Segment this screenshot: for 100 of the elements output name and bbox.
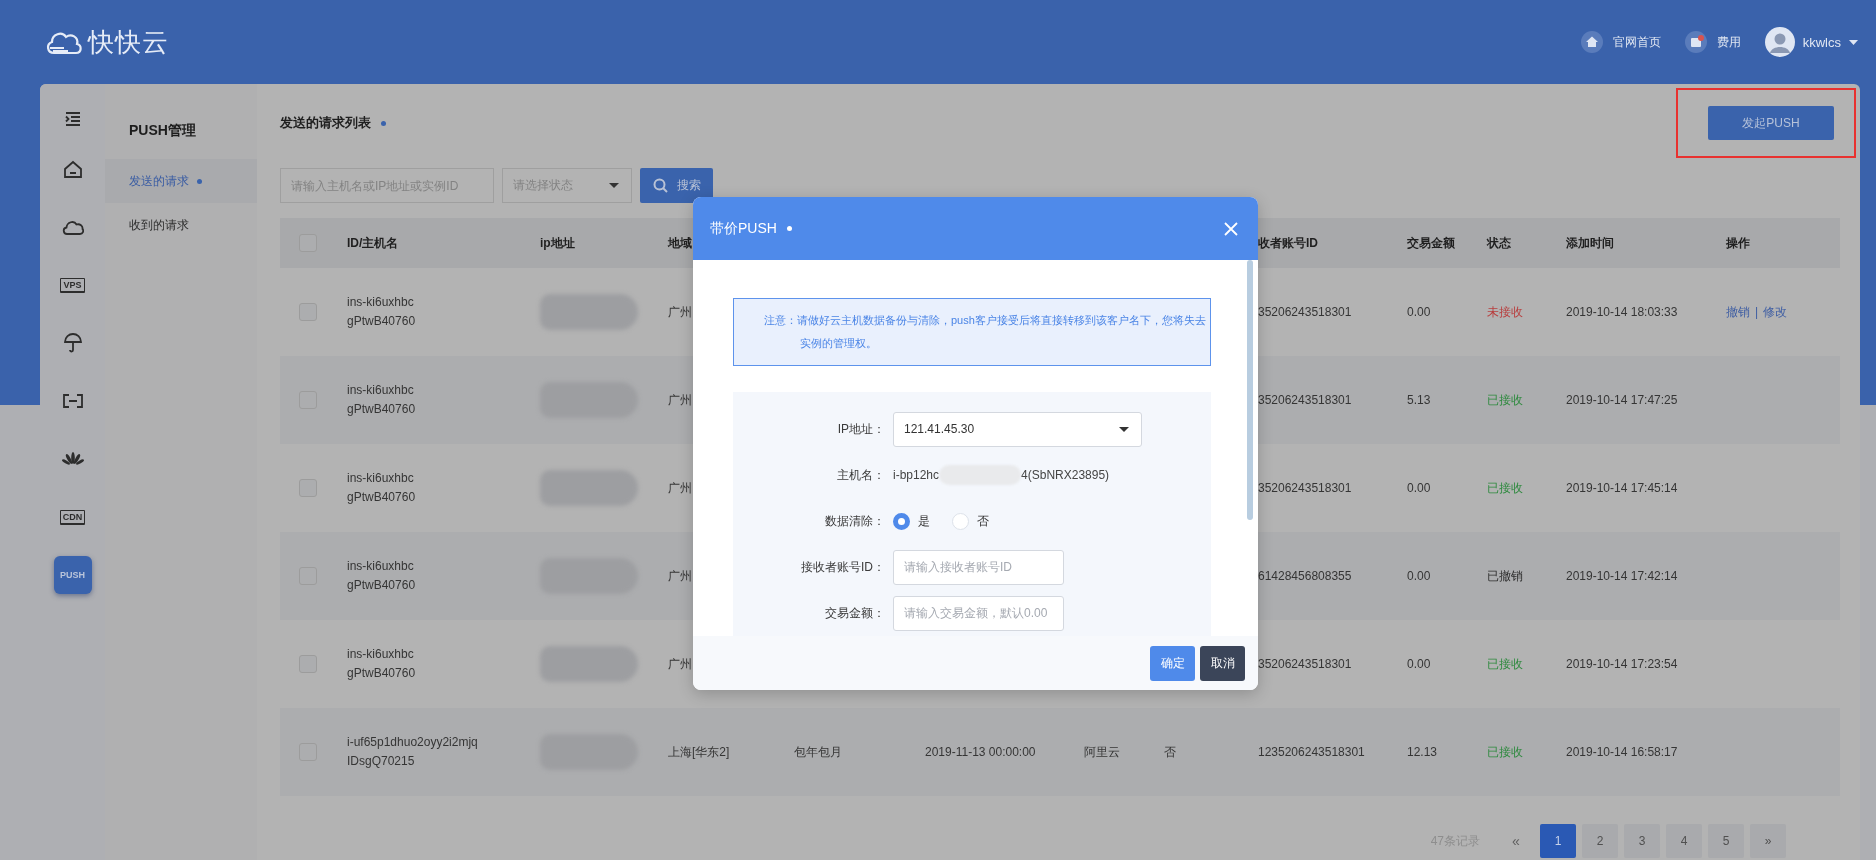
status-text: 已接收 <box>1487 391 1523 409</box>
table-cell-text: 0.00 <box>1407 303 1431 321</box>
radio-label: 否 <box>977 512 989 530</box>
column-header: 操作 <box>1726 234 1750 252</box>
flower-icon <box>61 451 84 467</box>
radio-button[interactable] <box>893 512 910 530</box>
field-label: 接收者账号ID： <box>800 558 886 576</box>
column-header: ip地址 <box>540 234 575 252</box>
table-cell-text: 0.00 <box>1407 567 1431 585</box>
submenu-title: PUSH管理 <box>128 122 197 140</box>
table-cell-text: 广州 <box>668 391 692 409</box>
status-text: 未接收 <box>1487 303 1523 321</box>
notice-text: 注意：请做好云主机数据备份与清除，push客户接受后将直接转移到该客户名下，您将失去实例的管理权。 <box>764 313 1207 351</box>
home-icon <box>62 160 83 178</box>
wallet-icon <box>1684 31 1707 53</box>
radio-label: 是 <box>918 512 930 530</box>
page-button[interactable]: 1 <box>1540 824 1576 858</box>
table-cell-text: 2019-10-14 18:03:33 <box>1566 303 1678 321</box>
field-label: 数据清除： <box>824 512 886 530</box>
table-cell-text: 61428456808355 <box>1258 567 1352 585</box>
nav-link[interactable]: 官网首页 <box>1580 31 1661 53</box>
table-cell-text: 35206243518301 <box>1258 655 1352 673</box>
hostname-text: 4(SbNRX23895) <box>1021 468 1110 482</box>
submenu-item[interactable]: 收到的请求 <box>105 203 257 247</box>
table-cell-text: 12.13 <box>1407 743 1438 761</box>
table-cell-text: 2019-10-14 17:47:25 <box>1566 391 1678 409</box>
action-link[interactable]: 修改 <box>1763 303 1788 321</box>
cancel-button[interactable]: 取消 <box>1200 645 1245 681</box>
hostname-text: i-bp12hc <box>893 468 940 482</box>
input-field[interactable]: 请输入交易金额，默认0.00 <box>893 595 1064 631</box>
table-cell-text: 35206243518301 <box>1258 479 1352 497</box>
nav-link[interactable]: 费用 <box>1684 31 1741 53</box>
search-icon <box>652 178 668 193</box>
user-menu[interactable]: kkwlcs <box>1764 27 1858 57</box>
close-button[interactable] <box>1224 221 1238 236</box>
dot-icon <box>786 226 792 231</box>
nav-button[interactable]: PUSH <box>53 556 92 594</box>
caret-icon <box>609 183 619 188</box>
menu-icon <box>64 112 81 126</box>
table-cell-text: 2019-10-14 17:42:14 <box>1566 567 1678 585</box>
start-push-button[interactable]: 发起PUSH <box>1708 106 1834 140</box>
submenu-item[interactable]: 发送的请求 <box>105 159 257 203</box>
avatar-icon <box>1764 27 1795 57</box>
input-field[interactable]: 请输入接收者账号ID <box>893 549 1064 585</box>
page-title: 发送的请求列表 <box>280 114 371 132</box>
column-header: 状态 <box>1487 234 1511 252</box>
dot-icon <box>381 120 386 126</box>
nav-button[interactable]: CDN <box>59 509 86 525</box>
table-cell-text: 5.13 <box>1407 391 1431 409</box>
nav-button[interactable]: VPS <box>60 277 85 293</box>
table-cell-text: 否 <box>1164 743 1176 761</box>
status-text: 已接收 <box>1487 479 1523 497</box>
caret-icon <box>1849 39 1858 45</box>
umbrella-icon <box>62 332 83 354</box>
separator-text: | <box>1755 305 1759 319</box>
table-cell-text: 2019-10-14 16:58:17 <box>1566 743 1678 761</box>
status-text: 已撤销 <box>1487 567 1523 585</box>
dialog-title: 带价PUSH <box>710 219 777 238</box>
status-text: 已接收 <box>1487 743 1523 761</box>
table-cell-text: 广州 <box>668 479 692 497</box>
status-text: 已接收 <box>1487 655 1523 673</box>
table-cell-text: 广州 <box>668 567 692 585</box>
logo-text: 快快云 <box>88 25 169 59</box>
table-cell-text: i-uf65p1dhuo2oyy2i2mjq IDsgQ70215 <box>347 734 478 770</box>
table-cell-text: 35206243518301 <box>1258 391 1352 409</box>
radio-option[interactable]: 是 <box>893 512 930 530</box>
bracket-link-icon <box>61 393 84 409</box>
search-button[interactable]: 搜索 <box>640 168 713 203</box>
field-label: 主机名： <box>836 466 886 484</box>
table-cell-text: 2019-10-14 17:45:14 <box>1566 479 1678 497</box>
dot-icon <box>197 178 202 184</box>
home-icon <box>1580 31 1603 53</box>
table-cell-text: 35206243518301 <box>1258 303 1352 321</box>
page-button[interactable]: 5 <box>1708 824 1744 858</box>
table-cell-text: 广州 <box>668 303 692 321</box>
column-header: 收者账号ID <box>1258 234 1318 252</box>
field-label: 交易金额： <box>824 604 886 622</box>
table-cell-text: ins-ki6uxhbc gPtwB40760 <box>347 646 416 682</box>
table-cell-text: 2019-10-14 17:23:54 <box>1566 655 1678 673</box>
confirm-button[interactable]: 确定 <box>1150 645 1195 681</box>
table-cell-text: 2019-11-13 00:00:00 <box>925 743 1036 761</box>
table-cell-text: ins-ki6uxhbc gPtwB40760 <box>347 558 416 594</box>
table-cell-text: 上海[华东2] <box>668 743 730 761</box>
field-label: IP地址： <box>836 420 886 438</box>
column-header: 地域 <box>668 234 692 252</box>
table-cell-text: 1235206243518301 <box>1258 743 1365 761</box>
column-header: 添加时间 <box>1566 234 1614 252</box>
page-button[interactable]: 4 <box>1666 824 1702 858</box>
table-cell-text: ins-ki6uxhbc gPtwB40760 <box>347 294 416 330</box>
caret-icon <box>1119 426 1129 432</box>
action-link[interactable]: 撤销 <box>1726 303 1750 321</box>
table-cell-text: 0.00 <box>1407 479 1431 497</box>
page-button[interactable]: 2 <box>1582 824 1618 858</box>
page-button[interactable]: » <box>1750 824 1786 858</box>
column-header: 交易金额 <box>1407 234 1455 252</box>
table-cell-text: 广州 <box>668 655 692 673</box>
ip-select[interactable]: 121.41.45.30 <box>893 411 1142 447</box>
column-header: ID/主机名 <box>347 234 399 252</box>
radio-option[interactable]: 否 <box>952 512 989 530</box>
page-button[interactable]: 3 <box>1624 824 1660 858</box>
